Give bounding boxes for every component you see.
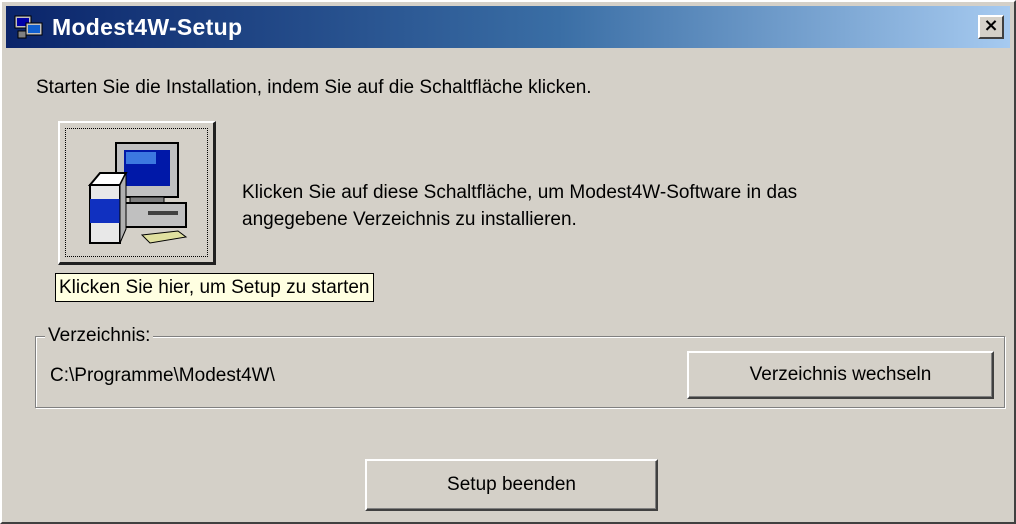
close-button[interactable]: × bbox=[978, 15, 1004, 39]
close-icon: × bbox=[983, 15, 999, 36]
start-setup-button[interactable] bbox=[58, 121, 216, 265]
setup-description-line1: Klicken Sie auf diese Schaltfläche, um M… bbox=[242, 182, 798, 203]
setup-app-icon bbox=[14, 15, 43, 39]
instruction-text: Starten Sie die Installation, indem Sie … bbox=[36, 77, 592, 98]
directory-group-label: Verzeichnis: bbox=[45, 324, 154, 348]
setup-tooltip: Klicken Sie hier, um Setup zu starten bbox=[55, 273, 374, 302]
setup-description: Klicken Sie auf diese Schaltfläche, um M… bbox=[242, 179, 797, 233]
title-bar[interactable]: Modest4W-Setup × bbox=[6, 6, 1010, 48]
setup-description-line2: angegebene Verzeichnis zu installieren. bbox=[242, 209, 577, 230]
directory-group: Verzeichnis: C:\Programme\Modest4W\ Verz… bbox=[35, 324, 1005, 408]
exit-setup-button[interactable]: Setup beenden bbox=[365, 459, 658, 511]
window-title: Modest4W-Setup bbox=[52, 14, 243, 40]
install-path: C:\Programme\Modest4W\ bbox=[50, 365, 275, 386]
computer-install-icon bbox=[87, 142, 188, 244]
setup-window: Modest4W-Setup × Starten Sie die Install… bbox=[0, 0, 1016, 524]
change-directory-button[interactable]: Verzeichnis wechseln bbox=[687, 351, 994, 399]
